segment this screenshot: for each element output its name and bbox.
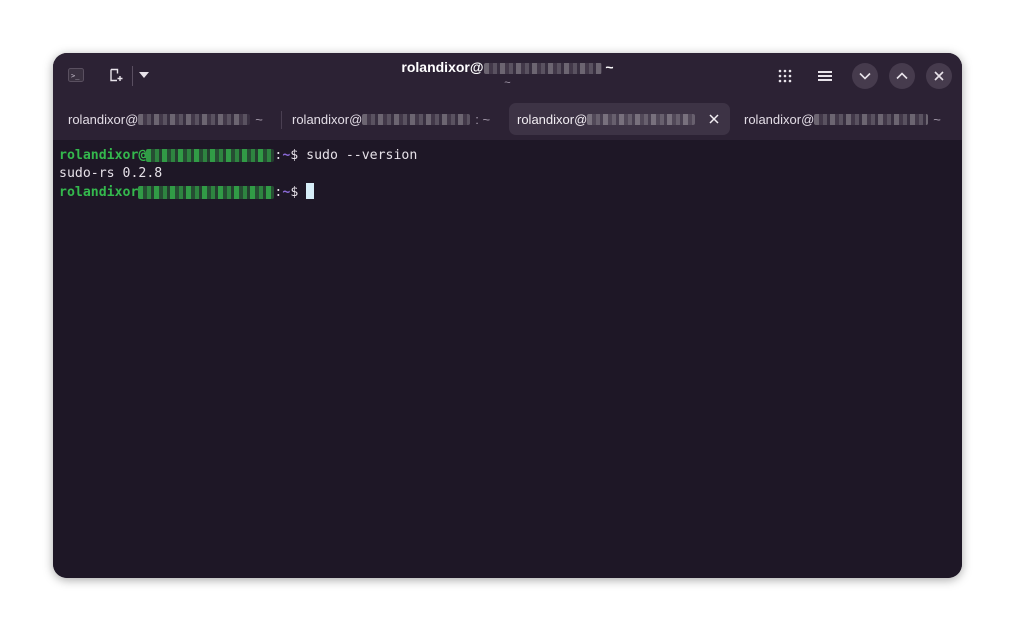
redacted-hostname <box>814 113 929 125</box>
terminal-output[interactable]: rolandixor@:~$ sudo --version sudo-rs 0.… <box>53 140 962 578</box>
tab-3-active[interactable]: rolandixor@ <box>509 103 730 135</box>
text-cursor <box>306 183 315 199</box>
tab-close-icon[interactable] <box>704 109 724 129</box>
terminal-line: rolandixor:~$ <box>59 183 962 201</box>
terminal-line: sudo-rs 0.2.8 <box>59 165 962 183</box>
command-output: sudo-rs 0.2.8 <box>59 166 163 181</box>
tab-path: ~ <box>255 111 263 127</box>
tab-bar: rolandixor@ ~ rolandixor@ : ~ rolandixor@ … <box>53 101 962 137</box>
prompt-at: @ <box>138 148 147 163</box>
terminal-window: >_ rolandixor@ ~ ~ rolandixor@ ~ rolandi… <box>53 53 962 578</box>
tab-label: rolandixor@ <box>292 111 363 127</box>
terminal-line: rolandixor@:~$ sudo --version <box>59 147 962 165</box>
window-title-user: rolandixor@ <box>401 59 484 75</box>
redacted-hostname <box>587 113 696 125</box>
grid-icon[interactable] <box>775 66 795 86</box>
minimize-icon[interactable] <box>852 63 878 89</box>
command-text: sudo --version <box>306 148 418 163</box>
redacted-hostname <box>483 62 602 74</box>
tab-label: rolandixor@ <box>517 111 588 127</box>
prompt-user: rolandixor <box>59 185 139 200</box>
tab-label: rolandixor@ <box>744 111 815 127</box>
redacted-hostname <box>138 113 251 125</box>
tab-4[interactable]: rolandixor@ ~ <box>736 103 957 135</box>
tab-path: : ~ <box>475 111 491 127</box>
maximize-icon[interactable] <box>889 63 915 89</box>
prompt-symbol: $ <box>290 185 307 200</box>
tab-separator <box>281 111 282 129</box>
window-title-suffix: ~ <box>601 59 614 75</box>
prompt-user: rolandixor <box>59 148 139 163</box>
tab-2[interactable]: rolandixor@ : ~ <box>284 103 500 135</box>
redacted-hostname <box>138 185 275 199</box>
redacted-hostname <box>362 113 471 125</box>
prompt-symbol: $ <box>290 148 307 163</box>
menu-icon[interactable] <box>815 66 835 86</box>
headerbar: >_ rolandixor@ ~ ~ rolandixor@ ~ rolandi… <box>53 53 962 140</box>
tab-path: ~ <box>933 111 941 127</box>
tab-label: rolandixor@ <box>68 111 139 127</box>
close-icon[interactable] <box>926 63 952 89</box>
redacted-hostname <box>146 148 275 162</box>
tab-1[interactable]: rolandixor@ ~ <box>60 103 276 135</box>
